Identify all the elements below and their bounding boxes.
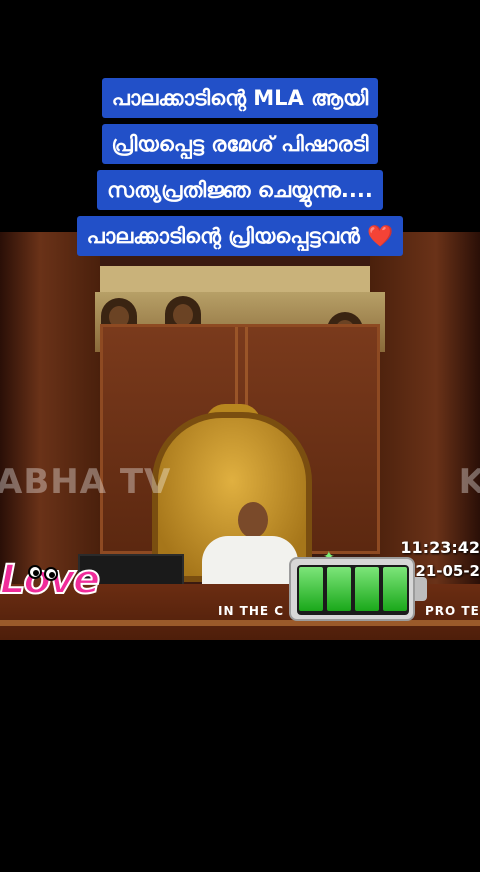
caption-line-3: സത്യപ്രതിജ്ഞ ചെയ്യുന്നു.... xyxy=(0,170,480,210)
channel-watermark: ABHA TV xyxy=(0,462,172,502)
ticker-left-text: IN THE C xyxy=(218,604,285,618)
channel-watermark-right: K xyxy=(458,462,480,502)
battery-bar xyxy=(299,567,323,611)
battery-tip xyxy=(415,577,427,601)
love-sticker[interactable]: Love xyxy=(0,549,122,615)
heart-icon: ❤️ xyxy=(367,224,394,248)
caption-text-4-words: പാലക്കാടിന്റെ പ്രിയപ്പെട്ടവൻ xyxy=(86,224,360,248)
caption-line-4: പാലക്കാടിന്റെ പ്രിയപ്പെട്ടവൻ ❤️ xyxy=(0,216,480,256)
caption-text-2: പ്രിയപ്പെട്ട രമേശ് പിഷാരടി xyxy=(101,124,379,164)
caption-line-2: പ്രിയപ്പെട്ട രമേശ് പിഷാരടി xyxy=(0,124,480,164)
caption-text-4: പാലക്കാടിന്റെ പ്രിയപ്പെട്ടവൻ ❤️ xyxy=(76,216,404,256)
caption-text-1: പാലക്കാടിന്റെ MLA ആയി xyxy=(101,78,379,118)
caption-line-1: പാലക്കാടിന്റെ MLA ആയി xyxy=(0,78,480,118)
sticker-eye-left-icon xyxy=(28,565,42,579)
battery-bar xyxy=(383,567,407,611)
ticker-right-text: PRO TE xyxy=(425,604,480,618)
video-clock: 11:23:42 xyxy=(400,538,480,557)
battery-bar xyxy=(355,567,379,611)
speaker-person xyxy=(202,502,298,592)
sticker-eye-right-icon xyxy=(44,567,58,581)
battery-bar xyxy=(327,567,351,611)
caption-text-3: സത്യപ്രതിജ്ഞ ചെയ്യുന്നു.... xyxy=(97,170,383,210)
battery-sticker[interactable]: ✦ xyxy=(289,549,427,621)
